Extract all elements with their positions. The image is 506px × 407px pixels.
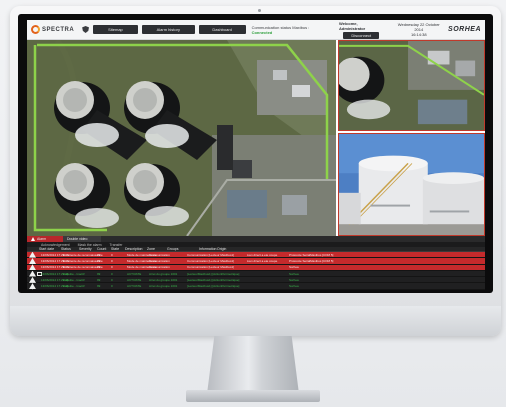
camera-view-2[interactable] <box>338 133 485 236</box>
nav-alarm-history-button[interactable]: Alarm history <box>141 25 195 34</box>
alarm-warning-icon <box>29 251 36 258</box>
alarm-cell-origin: Sorhea <box>289 277 299 282</box>
alarm-cell-groups: Communication [Lecteur Maxibus1] <box>187 265 235 270</box>
app-screen: SPECTRA Sitemap Alarm history Dashboard … <box>27 20 485 290</box>
alarm-cell-groups: Communication [Lecteur Maxibus1] <box>187 252 235 257</box>
column-header-8[interactable]: Information <box>199 247 217 251</box>
welcome-text: Welcome, Administrator <box>338 20 366 31</box>
alarm-cell-zone: Arret du groupe 1001 <box>149 277 178 282</box>
sorhea-logo: SORHEA <box>448 26 481 33</box>
spectra-logo-text: SPECTRA <box>42 26 75 33</box>
alarm-cell-count: 0 <box>111 284 113 289</box>
communication-status-value: Connected <box>251 29 273 35</box>
tab-double-video[interactable]: Double video <box>63 236 101 242</box>
alarm-cell-zone: Communication <box>149 258 170 263</box>
time-text: 16:14:38 <box>410 32 427 37</box>
alarm-cell-severity: 99 <box>97 271 101 276</box>
site-map[interactable] <box>27 40 336 236</box>
transfer-button[interactable]: Transfer <box>110 243 123 247</box>
alarm-cell-count: 0 <box>111 252 113 257</box>
acknowledge-button[interactable]: Acknowledgement <box>41 243 70 247</box>
alarm-cell-severity: 99 <box>97 252 101 257</box>
alarm-cell-origin: Sorhea <box>289 265 299 270</box>
nav-sitemap-button[interactable]: Sitemap <box>92 25 138 34</box>
alarm-cell-groups: [LecteurMaxibus1] [ActionPerimetrique] <box>187 271 240 276</box>
alarm-table-body: 13/06/2014 17:29:46 En attente de reconna… <box>27 251 485 290</box>
monitor-chin <box>10 306 501 336</box>
alarm-cell-zone: Arret du groupe 1001 <box>149 271 178 276</box>
alarm-cell-origin: Protocole SerialMaxibus [COM 5] <box>289 252 334 257</box>
alarm-cell-count: 0 <box>111 271 113 276</box>
alarm-cell-zone: Communication <box>149 252 170 257</box>
alarm-cell-severity: 99 <box>97 265 101 270</box>
column-header-1[interactable]: Status <box>61 247 71 251</box>
alarm-cell-desc: ACTIVATE <box>127 271 142 276</box>
communication-status: Communication status Maxibus : Connected <box>252 25 329 35</box>
spectra-logo: SPECTRA <box>31 25 74 34</box>
camera-view-1[interactable] <box>338 40 485 131</box>
alarm-cell-count: 0 <box>111 277 113 282</box>
alarm-cell-count: 0 <box>111 258 113 263</box>
monitor-base <box>186 390 320 402</box>
column-header-4[interactable]: State <box>111 247 119 251</box>
nav-dashboard-button[interactable]: Dashboard <box>198 25 246 34</box>
alarm-cell-desc: ACTIVATE <box>127 284 142 289</box>
alarm-cell-info: Lien direct a ete coupe <box>247 258 278 263</box>
alarm-warning-icon <box>29 264 36 271</box>
alarm-cell-status: Acquitte - Inactif <box>63 284 85 289</box>
alarm-cell-groups: [LecteurMaxibus1] [ActionPerimetrique] <box>187 277 240 282</box>
column-header-7[interactable]: Groups <box>167 247 178 251</box>
alarm-cell-zone: Communication <box>149 265 170 270</box>
mask-alarm-button[interactable]: Mask the alarm <box>78 243 102 247</box>
alarm-warning-icon <box>29 276 36 283</box>
alarm-cell-zone: Arret du groupe 1001 <box>149 284 178 289</box>
date-text: Wednesday 22 October 2014 <box>397 22 440 32</box>
disconnect-button[interactable]: Disconnect <box>343 31 380 39</box>
monitor-stand <box>207 336 299 394</box>
column-header-0[interactable]: Start date <box>39 247 54 251</box>
shield-icon[interactable] <box>82 26 89 33</box>
alarm-cell-count: 0 <box>111 265 113 270</box>
alarm-cell-origin: Sorhea <box>289 284 299 289</box>
column-header-2[interactable]: Severity <box>79 247 92 251</box>
alarm-warning-icon <box>29 270 36 277</box>
alarm-cell-groups: Communication [Lecteur Maxibus1] <box>187 258 235 263</box>
alarm-cell-info: Lien direct a ete coupe <box>247 252 278 257</box>
alarm-cell-status: Acquitte - Inactif <box>63 271 85 276</box>
user-block: Welcome, Administrator Disconnect <box>339 21 384 39</box>
alarm-panel: Alarm Double video Acknowledgement Mask … <box>27 236 485 290</box>
tab-alarm[interactable]: Alarm <box>27 236 63 242</box>
alarm-cell-desc: ACTIVATE <box>127 277 142 282</box>
alarm-cell-origin: Protocole SerialMaxibus [COM 5] <box>289 258 334 263</box>
alarm-warning-icon <box>29 283 36 290</box>
alarm-cell-severity: 99 <box>97 258 101 263</box>
alarm-warning-icon <box>29 289 36 290</box>
column-header-6[interactable]: Zone <box>147 247 155 251</box>
column-header-3[interactable]: Count <box>97 247 106 251</box>
top-bar: SPECTRA Sitemap Alarm history Dashboard … <box>27 20 485 40</box>
date-time: Wednesday 22 October 2014 16:14:38 <box>394 22 445 37</box>
alarm-cell-severity: 99 <box>97 277 101 282</box>
column-header-9[interactable]: Origin <box>217 247 226 251</box>
alarm-cell-status: Acquitte - Inactif <box>63 277 85 282</box>
webcam <box>258 9 261 12</box>
warning-icon <box>31 237 35 241</box>
column-header-5[interactable]: Description <box>125 247 143 251</box>
alarm-warning-icon <box>29 257 36 264</box>
spectra-logo-icon <box>31 25 40 34</box>
alarm-cell-groups: [LecteurMaxibus1] [ActionPerimetrique] <box>187 284 240 289</box>
alarm-cell-origin: Sorhea <box>289 271 299 276</box>
alarm-cell-severity: 99 <box>97 284 101 289</box>
tab-alarm-label: Alarm <box>37 237 47 241</box>
